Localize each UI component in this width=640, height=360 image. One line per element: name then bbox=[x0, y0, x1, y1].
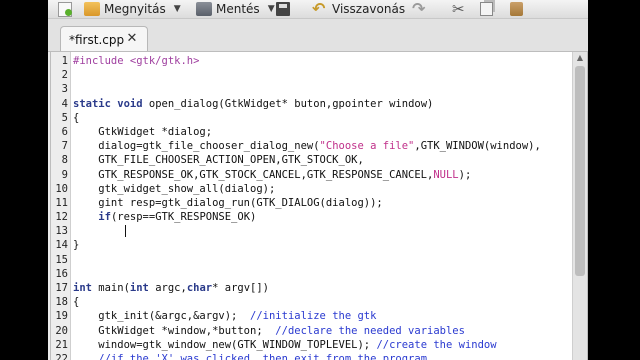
line-number: 21 bbox=[55, 338, 68, 351]
code-line: 15 bbox=[51, 253, 571, 267]
line-number: 8 bbox=[61, 154, 68, 167]
code-text: GtkWidget *window,*button; //declare the… bbox=[73, 324, 465, 337]
chevron-down-icon[interactable]: ▼ bbox=[174, 4, 181, 14]
undo-button-label: Visszavonás bbox=[332, 2, 406, 16]
undo-icon: ↶ bbox=[312, 0, 326, 18]
code-line: 1 #include <gtk/gtk.h> bbox=[51, 54, 571, 68]
line-number: 10 bbox=[55, 182, 68, 195]
line-number: 2 bbox=[61, 69, 68, 82]
line-number: 3 bbox=[61, 83, 68, 96]
open-button-label: Megnyitás bbox=[104, 2, 166, 16]
code-area[interactable]: 1 #include <gtk/gtk.h> 2 3 4 static void o… bbox=[51, 54, 571, 360]
redo-icon: ↷ bbox=[412, 0, 426, 18]
scissors-icon: ✂ bbox=[452, 0, 465, 18]
code-line: 8 GTK_FILE_CHOOSER_ACTION_OPEN,GTK_STOCK… bbox=[51, 153, 571, 167]
toolbar: Megnyitás ▼ Mentés ▼ ↶ Visszavonás ↷ ✂ bbox=[48, 0, 588, 19]
tab-label: *first.cpp bbox=[69, 32, 125, 47]
code-line: 7 dialog=gtk_file_chooser_dialog_new("Ch… bbox=[51, 139, 571, 153]
line-number: 5 bbox=[61, 111, 68, 124]
code-text: window=gtk_window_new(GTK_WINDOW_TOPLEVE… bbox=[73, 338, 497, 351]
line-number: 12 bbox=[55, 211, 68, 224]
code-line: 18 { bbox=[51, 295, 571, 309]
cut-button[interactable]: ✂ bbox=[452, 0, 472, 18]
line-number: 13 bbox=[55, 225, 68, 238]
line-number: 1 bbox=[61, 55, 68, 67]
code-line: 21 window=gtk_window_new(GTK_WINDOW_TOPL… bbox=[51, 338, 571, 352]
folder-icon bbox=[84, 2, 100, 16]
code-line: 22 //if the 'X' was clicked, then exit f… bbox=[51, 352, 571, 360]
code-text: } bbox=[73, 239, 80, 252]
save-button[interactable]: Mentés ▼ bbox=[196, 0, 275, 18]
code-line: 9 GTK_RESPONSE_OK,GTK_STOCK_CANCEL,GTK_R… bbox=[51, 168, 571, 182]
undo-button[interactable]: ↶ Visszavonás bbox=[312, 0, 405, 18]
code-text: GTK_RESPONSE_OK,GTK_STOCK_CANCEL,GTK_RES… bbox=[73, 168, 472, 181]
code-text: static void open_dialog(GtkWidget* buton… bbox=[73, 97, 434, 110]
code-text: { bbox=[73, 111, 80, 124]
copy-button[interactable] bbox=[480, 0, 497, 18]
code-text: gint resp=gtk_dialog_run(GTK_DIALOG(dial… bbox=[73, 196, 383, 209]
line-number: 16 bbox=[55, 267, 68, 280]
line-number: 6 bbox=[61, 125, 68, 138]
line-number: 7 bbox=[61, 140, 68, 153]
code-text: gtk_widget_show_all(dialog); bbox=[73, 182, 276, 195]
code-line: 16 bbox=[51, 267, 571, 281]
print-button[interactable] bbox=[276, 0, 294, 18]
code-line: 11 gint resp=gtk_dialog_run(GTK_DIALOG(d… bbox=[51, 196, 571, 210]
code-text: gtk_init(&argc,&argv); //initialize the … bbox=[73, 310, 377, 323]
line-number: 14 bbox=[55, 239, 68, 252]
code-text: #include <gtk/gtk.h> bbox=[73, 55, 200, 67]
line-number: 17 bbox=[55, 282, 68, 294]
copy-icon bbox=[480, 2, 493, 16]
code-text: if(resp==GTK_RESPONSE_OK) bbox=[98, 211, 257, 224]
tab-first-cpp[interactable]: *first.cpp ✕ bbox=[60, 26, 148, 52]
redo-button[interactable]: ↷ bbox=[412, 0, 432, 18]
code-text: //if the 'X' was clicked, then exit from… bbox=[98, 352, 428, 360]
editor-window: Megnyitás ▼ Mentés ▼ ↶ Visszavonás ↷ ✂ *… bbox=[48, 0, 588, 360]
code-editor[interactable]: 1 #include <gtk/gtk.h> 2 3 4 static void o… bbox=[50, 51, 588, 360]
line-number: 19 bbox=[55, 310, 68, 323]
close-icon[interactable]: ✕ bbox=[125, 32, 139, 46]
code-line: 5{ bbox=[51, 111, 571, 125]
code-line: 10 gtk_widget_show_all(dialog); bbox=[51, 182, 571, 196]
code-line: 4 static void open_dialog(GtkWidget* buto… bbox=[51, 97, 571, 111]
line-number: 18 bbox=[55, 296, 68, 309]
line-number: 9 bbox=[61, 168, 68, 181]
vertical-scrollbar[interactable]: ▲ bbox=[572, 52, 587, 360]
line-number: 4 bbox=[61, 97, 68, 110]
paste-icon bbox=[510, 2, 523, 16]
code-line: 3 bbox=[51, 82, 571, 96]
save-icon bbox=[196, 2, 212, 16]
code-line: 2 bbox=[51, 68, 571, 82]
text-cursor bbox=[125, 225, 126, 238]
line-number: 20 bbox=[55, 324, 68, 337]
code-text: dialog=gtk_file_chooser_dialog_new("Choo… bbox=[73, 140, 541, 153]
scrollbar-thumb[interactable] bbox=[575, 66, 585, 276]
code-line: 19 gtk_init(&argc,&argv); //initialize t… bbox=[51, 309, 571, 323]
code-text: GTK_FILE_CHOOSER_ACTION_OPEN,GTK_STOCK_O… bbox=[73, 154, 364, 167]
code-line: 14} bbox=[51, 238, 571, 252]
code-line: 12 if(resp==GTK_RESPONSE_OK) bbox=[51, 210, 571, 224]
scroll-up-icon[interactable]: ▲ bbox=[573, 52, 587, 64]
code-line: 6 GtkWidget *dialog; bbox=[51, 125, 571, 139]
code-text: int main(int argc,char* argv[]) bbox=[73, 282, 270, 294]
new-file-icon bbox=[58, 1, 72, 17]
code-line: 20 GtkWidget *window,*button; //declare … bbox=[51, 324, 571, 338]
code-text: { bbox=[73, 296, 80, 309]
paste-button[interactable] bbox=[510, 0, 527, 18]
code-line: 17 int main(int argc,char* argv[]) bbox=[51, 281, 571, 295]
new-button[interactable] bbox=[58, 0, 76, 18]
code-text: GtkWidget *dialog; bbox=[73, 125, 213, 138]
line-number: 11 bbox=[55, 196, 68, 209]
line-number: 22 bbox=[55, 352, 68, 360]
chevron-down-icon[interactable]: ▼ bbox=[268, 4, 275, 14]
open-button[interactable]: Megnyitás ▼ bbox=[84, 0, 181, 18]
tab-bar: *first.cpp ✕ bbox=[48, 19, 588, 52]
line-number: 15 bbox=[55, 253, 68, 266]
print-icon bbox=[276, 2, 290, 16]
code-line-current: 13 bbox=[51, 224, 571, 238]
save-button-label: Mentés bbox=[216, 2, 260, 16]
